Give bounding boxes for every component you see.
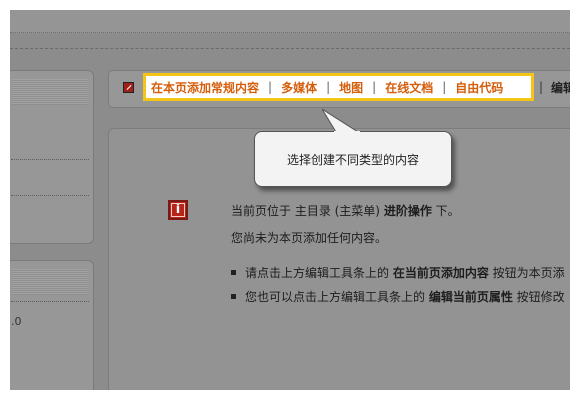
hint-item: 请点击上方编辑工具条上的 在当前页添加内容 按钮为本页添 xyxy=(231,264,565,281)
toolbar-online-docs-link[interactable]: 在线文档 xyxy=(385,79,433,96)
edit-icon[interactable] xyxy=(123,82,134,93)
toolbar-edit-link[interactable]: 编辑 xyxy=(551,79,570,96)
toolbar-separator: | xyxy=(539,80,544,94)
sidebar-panel-header xyxy=(11,79,89,105)
top-strip xyxy=(10,10,570,33)
screenshot-frame: .0 在本页添加常规内容 | 多媒体 | 地图 | 在线文档 | 自由代码 | … xyxy=(10,10,570,390)
sidebar-panel-header xyxy=(11,269,89,295)
edit-toolbar: 在本页添加常规内容 | 多媒体 | 地图 | 在线文档 | 自由代码 | 编辑 xyxy=(108,70,570,108)
tooltip-pointer xyxy=(322,109,360,133)
top-divider xyxy=(10,48,570,61)
sidebar-divider xyxy=(11,159,89,160)
sidebar-panel-top xyxy=(10,70,94,244)
sidebar-value: .0 xyxy=(11,315,22,328)
sidebar-divider xyxy=(11,195,89,196)
bullet-icon xyxy=(231,270,236,275)
bullet-icon xyxy=(231,294,236,299)
toolbar-separator: | xyxy=(268,80,273,94)
toolbar-multimedia-link[interactable]: 多媒体 xyxy=(281,79,317,96)
hint-item: 您也可以点击上方编辑工具条上的 编辑当前页属性 按钮修改 xyxy=(231,288,565,305)
toolbar-add-content-link[interactable]: 在本页添加常规内容 xyxy=(151,79,259,96)
toolbar-separator: | xyxy=(372,80,377,94)
toolbar-map-link[interactable]: 地图 xyxy=(339,79,363,96)
toolbar-separator: | xyxy=(442,80,447,94)
info-icon: i xyxy=(168,200,188,220)
location-section-name: 进阶操作 xyxy=(383,204,432,218)
sidebar-panel-bottom: .0 xyxy=(10,260,94,390)
no-content-message: 您尚未为本页添加任何内容。 xyxy=(231,231,388,245)
tooltip: 选择创建不同类型的内容 xyxy=(254,131,452,187)
toolbar-highlight: 在本页添加常规内容 | 多媒体 | 地图 | 在线文档 | 自由代码 xyxy=(143,73,534,101)
toolbar-free-code-link[interactable]: 自由代码 xyxy=(455,79,503,96)
toolbar-separator: | xyxy=(326,80,331,94)
tooltip-text: 选择创建不同类型的内容 xyxy=(286,152,419,167)
sidebar-divider xyxy=(11,301,89,302)
current-page-location: 当前页位于 主目录 (主菜单) 进阶操作 下。 xyxy=(231,204,460,218)
